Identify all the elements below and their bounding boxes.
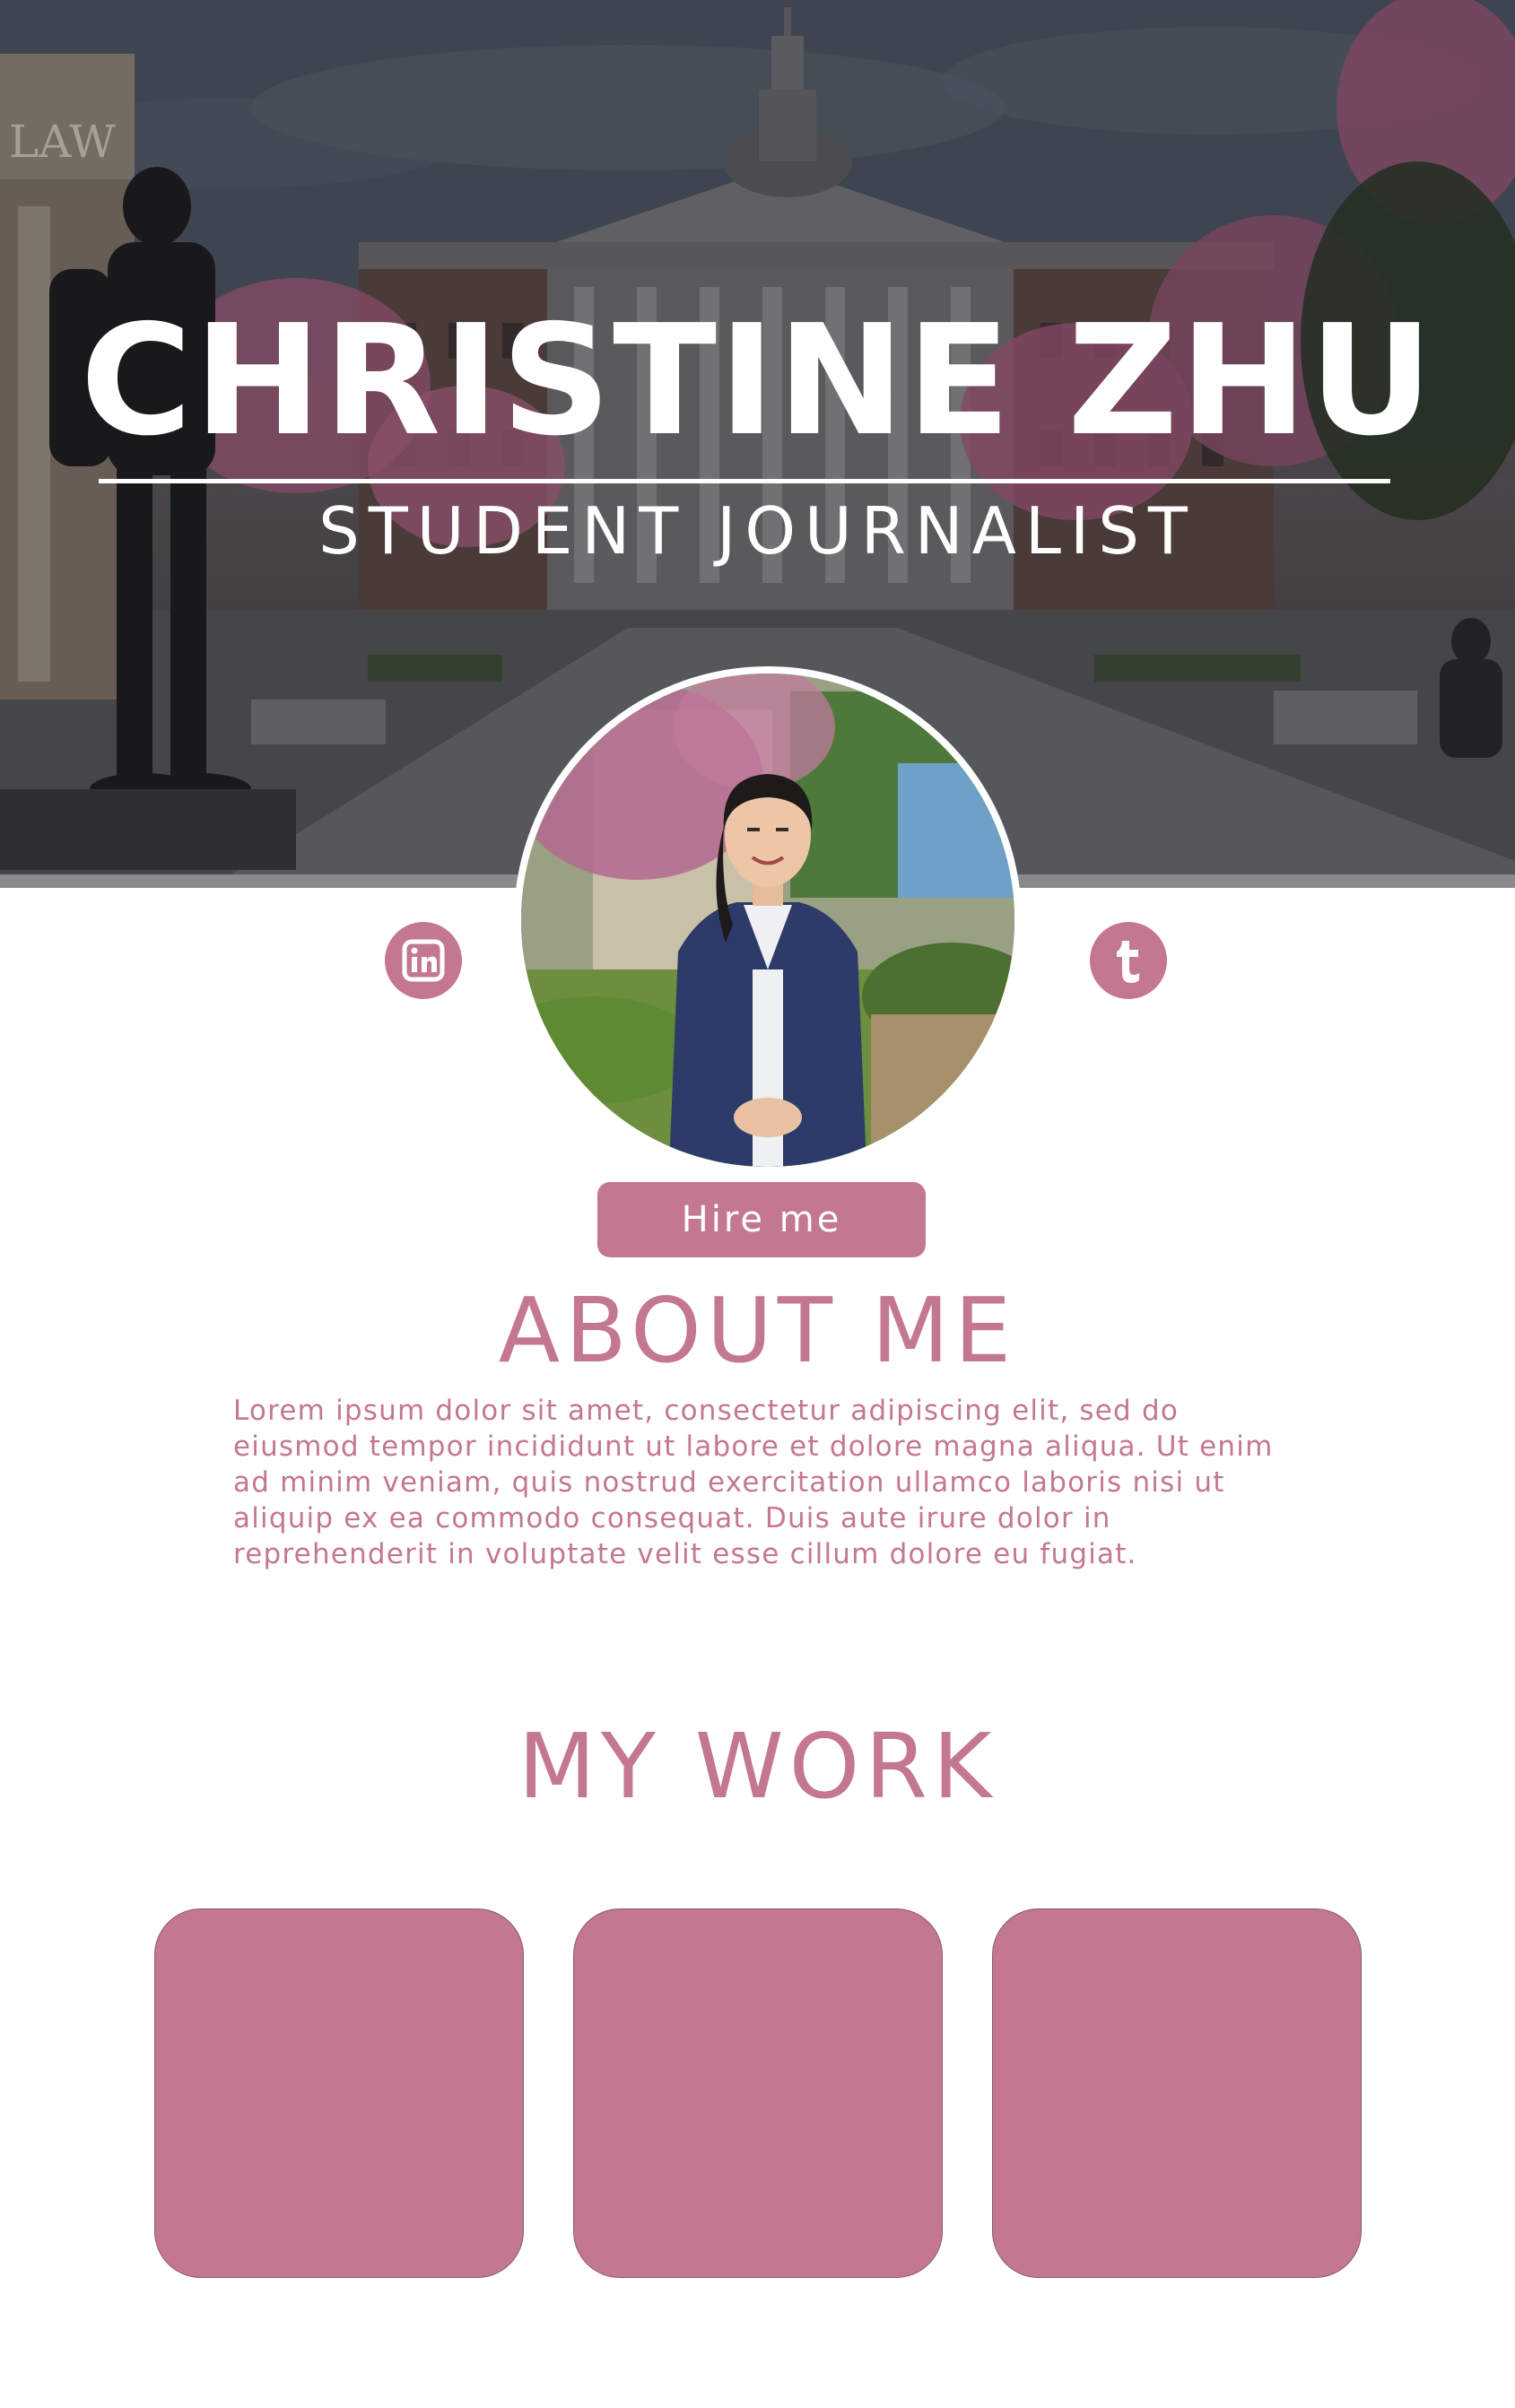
linkedin-button[interactable]: [385, 922, 462, 999]
about-text-line: aliquip ex ea commodo consequat. Duis au…: [233, 1502, 1111, 1534]
work-card[interactable]: [992, 1908, 1362, 2278]
hero-subtitle: STUDENT JOURNALIST: [318, 493, 1197, 569]
about-text-line: Lorem ipsum dolor sit amet, consectetur …: [233, 1395, 1180, 1427]
about-text-line: reprehenderit in voluptate velit esse ci…: [233, 1538, 1137, 1570]
tumblr-button[interactable]: [1090, 922, 1167, 999]
about-text: Lorem ipsum dolor sit amet, consectetur …: [233, 1393, 1399, 1572]
profile-photo: [514, 666, 1022, 1174]
hero-name: CHRISTINE ZHU: [80, 292, 1435, 470]
portrait-photo: [521, 674, 1014, 1167]
hero-divider: [99, 479, 1390, 483]
hire-me-button[interactable]: Hire me: [597, 1182, 926, 1257]
about-text-line: ad minim veniam, quis nostrud exercitati…: [233, 1466, 1225, 1499]
about-text-line: eiusmod tempor incididunt ut labore et d…: [233, 1430, 1274, 1463]
linkedin-icon: [402, 939, 445, 982]
work-heading: MY WORK: [518, 1714, 997, 1819]
work-card[interactable]: [573, 1908, 943, 2278]
tumblr-icon: [1117, 941, 1139, 983]
about-heading: ABOUT ME: [498, 1278, 1017, 1383]
work-card[interactable]: [154, 1908, 524, 2278]
